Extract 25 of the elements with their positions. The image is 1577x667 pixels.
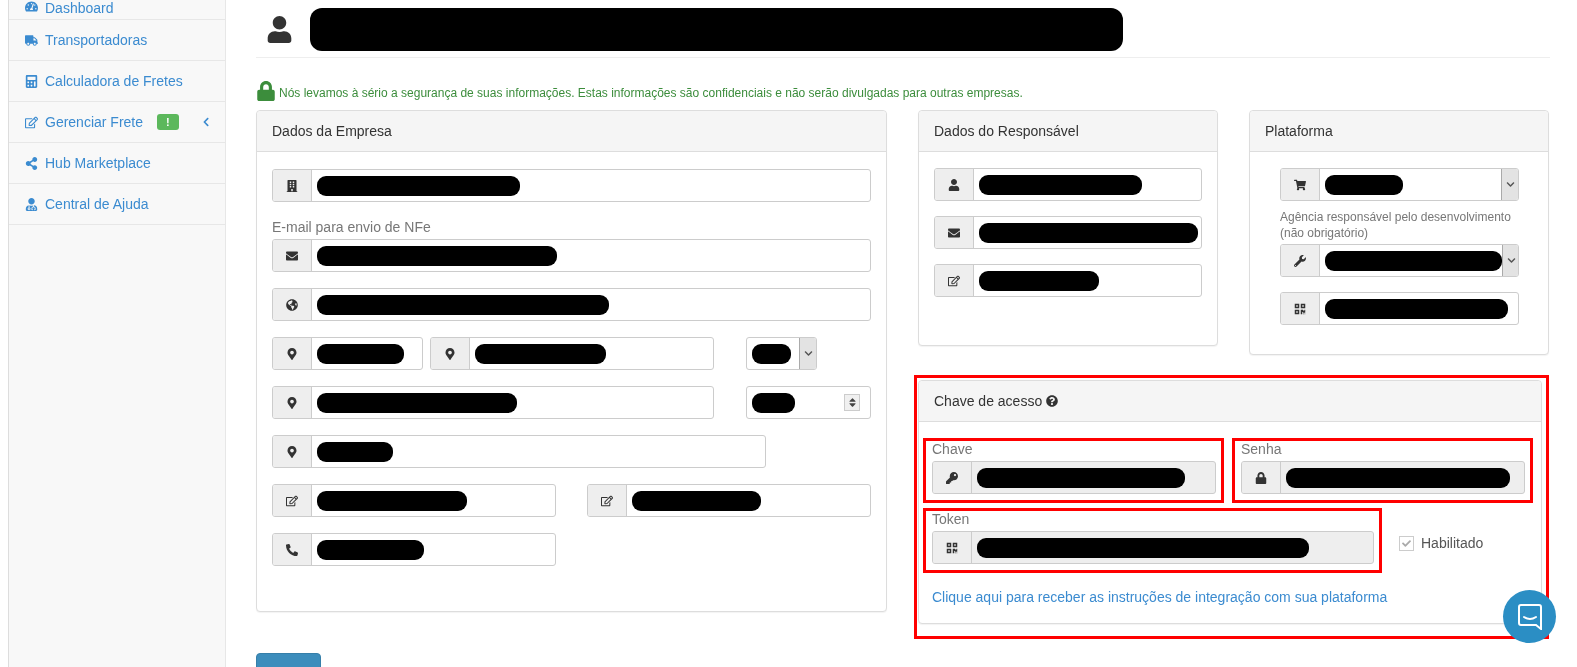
field-label: E-mail para envio de NFe bbox=[272, 219, 432, 236]
sidebar-item[interactable]: Hub Marketplace bbox=[9, 143, 225, 184]
sidebar-item-label: Transportadoras bbox=[45, 32, 148, 48]
field-label: Agência responsável pelo desenvolvimento (não obrigatório) bbox=[1280, 209, 1512, 241]
panel-title: Chave de acesso bbox=[934, 393, 1043, 409]
panel-title: Dados da Empresa bbox=[272, 123, 392, 139]
panel-title: Dados do Responsável bbox=[934, 123, 1079, 139]
sidebar-item[interactable]: Gerenciar Frete ! bbox=[9, 102, 225, 143]
sidebar-item-label: Gerenciar Frete bbox=[45, 114, 144, 130]
field-label: Token bbox=[932, 511, 971, 528]
sidebar-item-label: Central de Ajuda bbox=[45, 196, 149, 212]
field-label: Chave bbox=[932, 441, 974, 458]
panel-title: Plataforma bbox=[1265, 123, 1333, 139]
sidebar-item-label: Hub Marketplace bbox=[45, 155, 151, 171]
sidebar-item[interactable]: Calculadora de Fretes bbox=[9, 61, 225, 102]
checkbox-label: Habilitado bbox=[1421, 535, 1484, 551]
security-notice: Nós levamos à sério a segurança de suas informações. Estas informações são confidenciais e não serão divulgadas para outras empresas. bbox=[279, 86, 1023, 101]
field-label: Senha bbox=[1241, 441, 1283, 458]
integration-instructions-link[interactable]: Clique aqui para receber as instruções de integração com sua plataforma bbox=[932, 589, 1388, 605]
alert-badge: ! bbox=[157, 114, 179, 130]
sidebar-item-label: Dashboard bbox=[45, 0, 114, 16]
sidebar-item[interactable]: Transportadoras bbox=[9, 20, 225, 61]
sidebar-item-label: Calculadora de Fretes bbox=[45, 73, 183, 89]
sidebar-item[interactable]: Central de Ajuda bbox=[9, 184, 225, 225]
sidebar-item[interactable]: Dashboard bbox=[9, 0, 225, 20]
